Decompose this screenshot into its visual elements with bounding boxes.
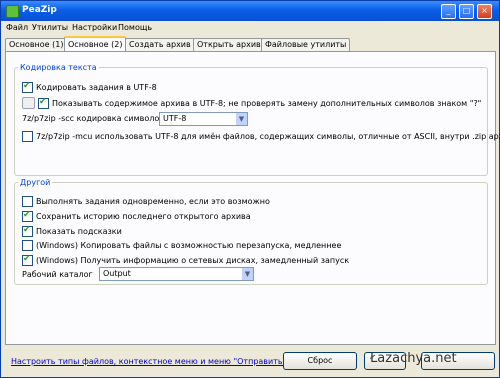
opt-show-utf8-checkbox[interactable] — [38, 97, 49, 109]
workdir-label: Рабочий каталог — [22, 270, 93, 279]
opt-utf8-tasks-checkbox[interactable] — [22, 81, 33, 93]
opt-mcu-label: 7z/p7zip -mcu использовать UTF-8 для имё… — [36, 132, 500, 141]
reset-button-label: Сброс — [307, 356, 333, 365]
opt-utf8-tasks[interactable]: Кодировать задания в UTF-8 — [22, 81, 157, 93]
scc-select-value: UTF-8 — [163, 114, 187, 123]
tab-open-archive[interactable]: Открыть архив — [193, 38, 265, 51]
opt-network-drives-checkbox[interactable] — [22, 254, 33, 266]
opt-hints-checkbox[interactable] — [22, 225, 33, 237]
settings-panel: Кодировка текста Кодировать задания в UT… — [5, 51, 500, 345]
opt-mcu[interactable]: 7z/p7zip -mcu использовать UTF-8 для имё… — [22, 131, 500, 142]
opt-network-drives-label: (Windows) Получить информацию о сетевых … — [36, 256, 350, 265]
opt-show-utf8-label: Показывать содержимое архива в UTF-8; не… — [52, 99, 482, 108]
tab-create-archive[interactable]: Создать архив — [125, 38, 195, 51]
tab-general-1[interactable]: Основное (1) — [5, 38, 68, 51]
opt-utf8-tasks-label: Кодировать задания в UTF-8 — [36, 83, 157, 92]
chevron-down-icon[interactable]: ▼ — [242, 268, 253, 280]
app-icon — [6, 5, 19, 18]
maximize-button[interactable]: □ — [459, 4, 474, 19]
configure-file-types-link[interactable]: Настроить типы файлов, контекстное меню … — [11, 357, 286, 366]
opt-hints-label: Показать подсказки — [36, 227, 122, 236]
opt-hints[interactable]: Показать подсказки — [22, 225, 122, 237]
menu-settings[interactable]: Настройки — [72, 23, 117, 32]
scc-row: 7z/p7zip -scc кодировка символов — [22, 114, 164, 123]
menu-utilities[interactable]: Утилиты — [32, 23, 68, 32]
encoding-group-title: Кодировка текста — [20, 63, 97, 72]
opt-history-label: Сохранить историю последнего открытого а… — [36, 212, 251, 221]
opt-restartable-copy-label: (Windows) Копировать файлы с возможность… — [36, 241, 342, 250]
workdir-select[interactable]: Output ▼ — [99, 267, 254, 281]
chevron-down-icon[interactable]: ▼ — [236, 113, 247, 125]
watermark: Łazachya.net — [370, 351, 457, 366]
scc-label: 7z/p7zip -scc кодировка символов — [22, 114, 164, 123]
workdir-select-value: Output — [103, 269, 131, 278]
tab-file-tools[interactable]: Файловые утилиты — [261, 38, 351, 51]
menu-bar: Файл Утилиты Настройки Помощь — [1, 21, 499, 35]
minimize-button[interactable]: _ — [441, 4, 456, 19]
opt-concurrent-checkbox[interactable] — [22, 196, 33, 207]
menu-file[interactable]: Файл — [6, 23, 28, 32]
peazip-window: PeaZip _ □ × Файл Утилиты Настройки Помо… — [0, 0, 500, 378]
reset-button[interactable]: Сброс — [283, 352, 357, 370]
opt-history-checkbox[interactable] — [22, 210, 33, 222]
scc-select[interactable]: UTF-8 ▼ — [159, 112, 248, 126]
opt-show-utf8[interactable]: Показывать содержимое архива в UTF-8; не… — [38, 97, 482, 109]
window-title: PeaZip — [22, 5, 57, 15]
menu-help[interactable]: Помощь — [118, 23, 152, 32]
tab-strip: Основное (1) Основное (2) Создать архив … — [1, 36, 499, 53]
opt-history[interactable]: Сохранить историю последнего открытого а… — [22, 210, 251, 222]
opt-mcu-checkbox[interactable] — [22, 131, 33, 142]
opt-concurrent[interactable]: Выполнять задания одновременно, если это… — [22, 196, 270, 207]
info-icon — [22, 97, 35, 109]
opt-concurrent-label: Выполнять задания одновременно, если это… — [36, 197, 270, 206]
other-group-title: Другой — [20, 178, 51, 187]
workdir-row: Рабочий каталог — [22, 270, 93, 279]
close-button[interactable]: × — [477, 4, 492, 19]
opt-network-drives[interactable]: (Windows) Получить информацию о сетевых … — [22, 254, 350, 266]
opt-restartable-copy-checkbox[interactable] — [22, 240, 33, 251]
opt-restartable-copy[interactable]: (Windows) Копировать файлы с возможность… — [22, 240, 341, 251]
title-bar[interactable]: PeaZip _ □ × — [1, 1, 499, 21]
